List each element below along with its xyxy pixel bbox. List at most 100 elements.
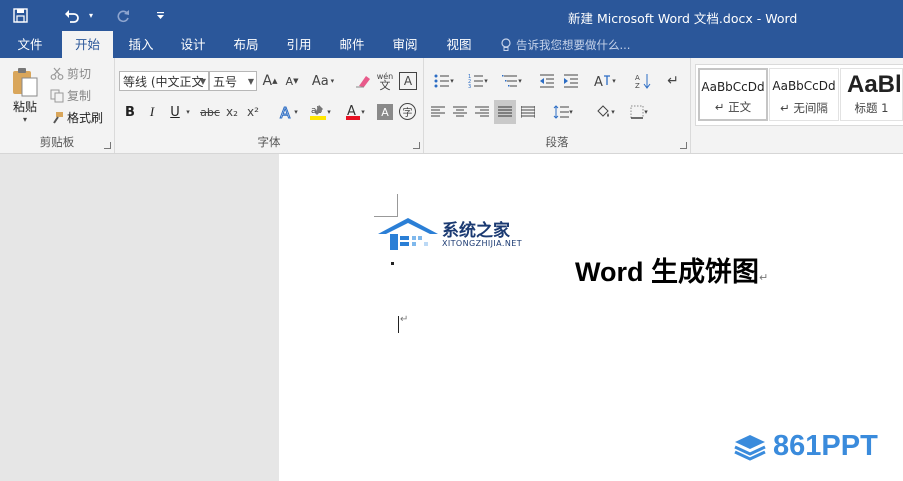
style-heading-1-name: 标题 1	[854, 101, 889, 115]
ribbon: 粘贴 ▾ 剪切 复制 格式刷 剪贴板 等线 (中文正文 ▼ 五号 ▼ A ▲ A ▼ A…	[0, 58, 903, 154]
paste-button[interactable]	[6, 63, 44, 101]
font-size-combo[interactable]: 五号 ▼	[209, 71, 257, 91]
title-bar: ▾ 新建 Microsoft Word 文档.docx - Word	[0, 0, 903, 31]
increase-indent-button[interactable]	[560, 71, 582, 91]
align-center-button[interactable]	[450, 102, 470, 122]
font-group: 等线 (中文正文 ▼ 五号 ▼ A ▲ A ▼ Aa ▾ wén 文 A B I U ▾ a…	[115, 58, 424, 153]
paste-chevron-down-icon[interactable]: ▾	[18, 114, 32, 124]
strikethrough-button[interactable]: abc	[199, 102, 221, 122]
paste-icon	[13, 68, 38, 97]
grow-font-button[interactable]: A ▲	[261, 71, 279, 91]
highlighter-icon: ab	[310, 105, 327, 120]
shrink-font-button[interactable]: A ▼	[283, 71, 301, 91]
show-hide-marks-button[interactable]: ↵	[664, 71, 682, 91]
save-button[interactable]	[0, 0, 40, 31]
change-case-button[interactable]: Aa ▾	[308, 71, 338, 91]
line-spacing-button[interactable]: ▾	[548, 102, 578, 122]
font-launcher-icon[interactable]	[413, 142, 420, 149]
text-effects-button[interactable]: A ▾	[275, 102, 301, 122]
bullets-button[interactable]: ▾	[428, 71, 460, 91]
phonetic-guide-button[interactable]: wén 文	[376, 70, 394, 92]
style-heading-1[interactable]: AaBl 标题 1	[840, 68, 903, 121]
tab-references[interactable]: 引用	[277, 31, 321, 58]
underline-button[interactable]: U	[167, 102, 183, 122]
subscript-button[interactable]: x₂	[224, 102, 240, 122]
bold-button[interactable]: B	[123, 102, 137, 122]
customize-qat-icon[interactable]	[150, 0, 170, 31]
copy-button[interactable]: 复制	[50, 87, 91, 104]
chinese-layout-button[interactable]: A ▾	[590, 71, 620, 91]
save-icon	[12, 8, 28, 23]
increase-indent-icon	[564, 74, 578, 88]
decrease-indent-icon	[540, 74, 554, 88]
paint-bucket-icon	[597, 105, 610, 117]
document-heading-text: Word 生成饼图	[575, 257, 759, 287]
tab-mailings[interactable]: 邮件	[330, 31, 374, 58]
tab-view[interactable]: 视图	[437, 31, 481, 58]
cut-button[interactable]: 剪切	[50, 65, 91, 82]
superscript-button[interactable]: x²	[245, 102, 261, 122]
character-border-icon: A	[403, 74, 413, 88]
tab-home[interactable]: 开始	[62, 31, 113, 58]
style-normal-name: ↵ 正文	[714, 100, 752, 114]
layers-logo-icon	[734, 434, 766, 461]
tab-layout[interactable]: 布局	[224, 31, 268, 58]
tell-me-box[interactable]: 告诉我您想要做什么...	[500, 31, 630, 58]
numbering-icon: 123	[468, 74, 484, 88]
eraser-icon	[356, 76, 370, 88]
align-right-icon	[475, 106, 489, 117]
clear-formatting-button[interactable]	[354, 71, 372, 91]
character-border-button[interactable]: A	[399, 72, 417, 90]
format-painter-button[interactable]: 格式刷	[50, 109, 103, 126]
multilevel-list-button[interactable]: ▾	[496, 71, 528, 91]
redo-button[interactable]	[108, 0, 138, 31]
style-no-spacing[interactable]: AaBbCcDd ↵ 无间隔	[769, 68, 839, 121]
highlight-color-button[interactable]: ab▾	[305, 102, 335, 122]
font-color-button[interactable]: A ▾	[341, 102, 369, 122]
quick-access-toolbar: ▾	[0, 0, 170, 31]
site-watermark-pinyin: XITONGZHIJIA.NET	[442, 239, 522, 248]
clipboard-launcher-icon[interactable]	[104, 142, 111, 149]
shading-button[interactable]: ▾	[590, 102, 620, 122]
underline-chevron-down-icon[interactable]: ▾	[183, 102, 193, 122]
svg-text:3: 3	[468, 84, 471, 88]
font-name-chevron-down-icon: ▼	[199, 77, 206, 86]
copy-icon	[50, 89, 64, 102]
svg-text:A: A	[635, 74, 640, 82]
tab-design[interactable]: 设计	[171, 31, 215, 58]
tab-insert[interactable]: 插入	[119, 31, 163, 58]
grow-font-icon: A	[262, 73, 273, 89]
tab-review[interactable]: 审阅	[383, 31, 427, 58]
borders-button[interactable]: ▾	[624, 102, 654, 122]
enclose-characters-button[interactable]: 字	[399, 103, 416, 120]
sort-button[interactable]: AZ	[632, 71, 654, 91]
paintbrush-icon	[53, 111, 63, 124]
paragraph-mark: ↵	[759, 272, 769, 284]
text-effects-icon: A	[280, 104, 292, 120]
justify-button[interactable]	[494, 100, 516, 124]
scissors-icon	[50, 67, 64, 80]
character-shading-button[interactable]: A	[377, 104, 393, 120]
style-normal[interactable]: AaBbCcDd ↵ 正文	[698, 68, 768, 121]
tab-file[interactable]: 文件	[8, 31, 52, 58]
borders-icon	[630, 105, 644, 119]
distributed-button[interactable]	[518, 102, 538, 122]
undo-button[interactable]	[58, 0, 86, 31]
decrease-indent-button[interactable]	[536, 71, 558, 91]
font-name-combo[interactable]: 等线 (中文正文 ▼	[119, 71, 209, 91]
undo-dropdown-chevron-down-icon[interactable]: ▾	[86, 0, 96, 31]
copy-label: 复制	[67, 89, 92, 103]
distributed-icon	[521, 106, 535, 118]
align-right-button[interactable]	[472, 102, 492, 122]
clipboard-group-label: 剪贴板	[39, 135, 75, 149]
paragraph-launcher-icon[interactable]	[680, 142, 687, 149]
site-watermark: 系统之家 XITONGZHIJIA.NET	[376, 212, 522, 259]
document-heading[interactable]: Word 生成饼图↵	[575, 250, 768, 289]
style-normal-sample: AaBbCcDd	[701, 80, 765, 94]
site-watermark-name: 系统之家	[442, 221, 510, 241]
numbering-button[interactable]: 1 2 3 ▾	[462, 71, 494, 91]
align-left-button[interactable]	[428, 102, 448, 122]
ribbon-tabs: 文件 开始 插入 设计 布局 引用 邮件 审阅 视图 告诉我您想要做什么...	[0, 31, 903, 58]
paragraph-anchor-dot	[391, 262, 394, 265]
italic-button[interactable]: I	[145, 102, 159, 122]
